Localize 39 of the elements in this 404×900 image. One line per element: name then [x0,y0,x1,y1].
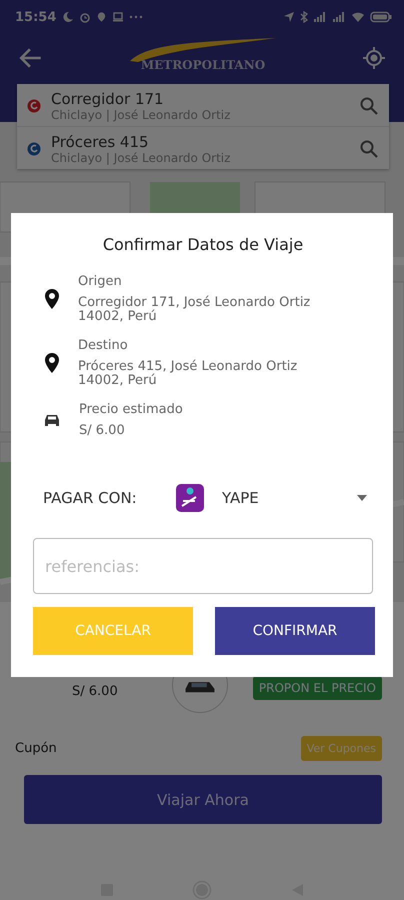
address-field[interactable]: Próceres 415 [51,133,349,151]
coupon-label: Cupón [15,741,57,756]
payment-label: PAGAR CON: [43,489,138,507]
search-icon[interactable] [359,96,379,116]
pin-icon [45,353,59,373]
travel-now-button[interactable]: Viajar Ahora [24,775,382,824]
status-time: 15:54 [15,10,56,24]
pin-icon [45,289,59,309]
battery-icon [370,11,392,23]
moon-icon [62,11,74,23]
dialog-title: Confirmar Datos de Viaje [102,235,304,254]
detail-value: S/ 6.00 [79,424,126,438]
detail-label: Destino [78,338,129,353]
detail-value: Corregidor 171, José Leonardo Ortiz 14002, Perú [78,296,312,324]
detail-label: Precio estimado [79,402,184,417]
wallet-app-icon [176,484,204,512]
navigation-icon [283,11,296,23]
marker-icon [27,142,41,156]
propose-price-button[interactable]: PROPON EL PRECIO [252,676,382,700]
bluetooth-icon [300,11,308,23]
gps-target-icon[interactable] [362,46,386,70]
detail-value: Próceres 415, José Leonardo Ortiz 14002, Perú [78,360,298,388]
alarm-icon [79,11,92,23]
signal-icon [313,11,328,23]
signal-icon [332,11,346,23]
car-icon [44,413,60,427]
marker-icon [27,99,41,113]
location-icon [96,11,108,23]
laptop-icon [112,11,124,23]
dropdown-caret-icon [357,495,367,501]
references-field[interactable]: referencias: [33,538,373,594]
address-field[interactable]: Corregidor 171 [51,90,349,108]
logo-text: METROPOLITANO [140,58,266,72]
price-text: S/ 6.00 [72,684,118,698]
detail-label: Origen [78,274,123,289]
wifi-icon [351,11,366,23]
confirm-button[interactable]: CONFIRMAR [215,607,375,655]
payment-dropdown[interactable]: YAPE [176,484,373,512]
search-icon[interactable] [359,139,379,159]
